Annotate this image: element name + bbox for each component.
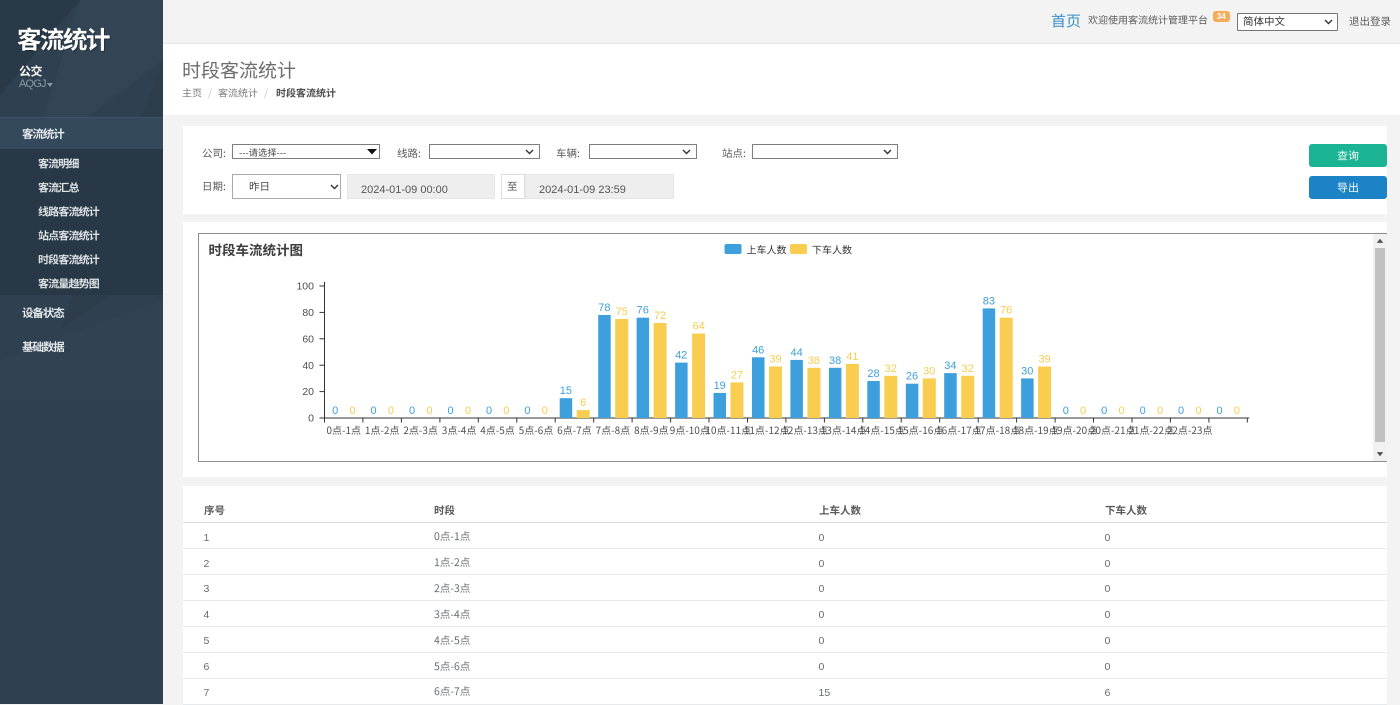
svg-text:78: 78 xyxy=(598,302,610,314)
svg-text:38: 38 xyxy=(828,354,840,366)
svg-text:0: 0 xyxy=(308,412,314,424)
svg-text:0: 0 xyxy=(1156,405,1162,417)
svg-text:60: 60 xyxy=(302,333,314,345)
svg-text:75: 75 xyxy=(615,306,627,318)
svg-text:0: 0 xyxy=(1178,405,1184,417)
svg-text:27: 27 xyxy=(730,369,742,381)
svg-text:46: 46 xyxy=(752,344,764,356)
svg-text:42: 42 xyxy=(675,349,687,361)
svg-text:0: 0 xyxy=(370,405,376,417)
svg-text:0: 0 xyxy=(1101,405,1107,417)
svg-text:39: 39 xyxy=(1038,353,1050,365)
svg-text:26: 26 xyxy=(905,370,917,382)
svg-text:30: 30 xyxy=(923,365,935,377)
svg-text:32: 32 xyxy=(884,362,896,374)
svg-text:0: 0 xyxy=(464,405,470,417)
svg-text:39: 39 xyxy=(769,353,781,365)
svg-text:0: 0 xyxy=(1195,405,1201,417)
svg-text:0: 0 xyxy=(1139,405,1145,417)
svg-text:0: 0 xyxy=(524,405,530,417)
svg-text:6: 6 xyxy=(580,397,586,409)
svg-text:41: 41 xyxy=(846,350,858,362)
svg-text:28: 28 xyxy=(867,368,879,380)
svg-text:0: 0 xyxy=(1062,405,1068,417)
svg-text:76: 76 xyxy=(636,304,648,316)
svg-text:20: 20 xyxy=(302,386,314,398)
svg-text:0: 0 xyxy=(349,405,355,417)
svg-text:100: 100 xyxy=(296,280,314,292)
svg-text:15: 15 xyxy=(559,385,571,397)
svg-text:0: 0 xyxy=(503,405,509,417)
svg-text:0: 0 xyxy=(485,405,491,417)
svg-text:0: 0 xyxy=(409,405,415,417)
svg-text:0: 0 xyxy=(387,405,393,417)
svg-text:44: 44 xyxy=(790,346,802,358)
svg-text:40: 40 xyxy=(302,359,314,371)
svg-text:0: 0 xyxy=(1118,405,1124,417)
svg-text:72: 72 xyxy=(653,310,665,322)
svg-text:32: 32 xyxy=(961,362,973,374)
svg-text:64: 64 xyxy=(692,320,704,332)
svg-text:0: 0 xyxy=(426,405,432,417)
svg-text:0: 0 xyxy=(1080,405,1086,417)
svg-text:0: 0 xyxy=(1216,405,1222,417)
svg-text:0: 0 xyxy=(1233,405,1239,417)
svg-text:83: 83 xyxy=(982,295,994,307)
svg-text:80: 80 xyxy=(302,307,314,319)
svg-text:0: 0 xyxy=(332,405,338,417)
svg-text:0: 0 xyxy=(541,405,547,417)
svg-text:34: 34 xyxy=(944,360,956,372)
svg-text:30: 30 xyxy=(1021,365,1033,377)
svg-text:76: 76 xyxy=(1000,304,1012,316)
svg-text:38: 38 xyxy=(807,354,819,366)
svg-text:19: 19 xyxy=(713,379,725,391)
svg-text:0: 0 xyxy=(447,405,453,417)
